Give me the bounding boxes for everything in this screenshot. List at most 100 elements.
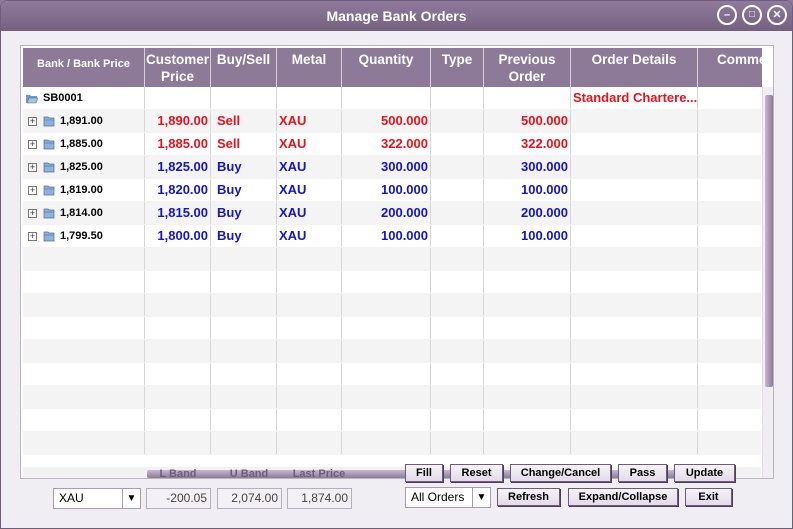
bank-price-cell: +1,814.00 — [23, 202, 145, 224]
header-metal[interactable]: Metal — [277, 48, 342, 87]
buy-sell-cell: Buy — [211, 179, 277, 201]
buy-sell-cell: Sell — [211, 110, 277, 132]
empty-cell — [698, 363, 761, 385]
header-order-details[interactable]: Order Details — [571, 48, 698, 87]
table-row[interactable]: +1,819.00 1,820.00 Buy XAU 100.000 100.000 — [23, 179, 761, 202]
empty-cell — [211, 248, 277, 270]
table-row[interactable]: +1,799.50 1,800.00 Buy XAU 100.000 100.000 — [23, 225, 761, 248]
expand-icon[interactable]: + — [28, 185, 37, 195]
order-details-cell — [571, 179, 698, 201]
folder-icon — [43, 116, 55, 126]
empty-cell — [211, 386, 277, 408]
empty-cell — [571, 363, 698, 385]
table-row[interactable]: +1,891.00 1,890.00 Sell XAU 500.000 500.000 — [23, 110, 761, 133]
minimize-icon[interactable]: – — [717, 5, 737, 25]
customer-price-cell: 1,885.00 — [145, 133, 211, 155]
table-header: Bank / Bank Price Customer Price Buy/Sell… — [23, 48, 762, 87]
previous-order-cell: 300.000 — [484, 156, 571, 178]
table-row[interactable]: +1,825.00 1,825.00 Buy XAU 300.000 300.000 — [23, 156, 761, 179]
metal-cell: XAU — [277, 225, 342, 247]
empty-cell — [277, 248, 342, 270]
orders-filter-select[interactable]: All Orders ▼ — [405, 487, 491, 508]
empty-cell — [431, 363, 484, 385]
maximize-icon[interactable]: □ — [742, 5, 762, 25]
order-details-cell — [571, 110, 698, 132]
vertical-scroll-thumb[interactable] — [765, 95, 773, 387]
quantity-cell: 100.000 — [342, 225, 431, 247]
update-button[interactable]: Update — [674, 464, 735, 482]
pass-button[interactable]: Pass — [618, 464, 667, 482]
fill-button[interactable]: Fill — [405, 464, 443, 482]
empty-cell — [484, 409, 571, 431]
reset-button[interactable]: Reset — [450, 464, 503, 482]
empty-cell — [145, 317, 211, 339]
expand-icon[interactable]: + — [28, 231, 37, 241]
change-cancel-button[interactable]: Change/Cancel — [510, 464, 611, 482]
expand-icon[interactable]: + — [28, 208, 37, 218]
refresh-button[interactable]: Refresh — [497, 488, 560, 506]
empty-cell — [571, 294, 698, 316]
folder-icon — [43, 185, 55, 195]
customer-price-cell: 1,890.00 — [145, 110, 211, 132]
empty-cell — [571, 409, 698, 431]
empty-cell — [342, 432, 431, 454]
expand-icon[interactable]: + — [28, 162, 37, 172]
expand-icon[interactable]: + — [28, 116, 37, 126]
metal-select[interactable]: XAU ▼ — [53, 488, 141, 509]
header-customer-price[interactable]: Customer Price — [145, 48, 211, 87]
comments-cell — [698, 133, 761, 155]
exit-button[interactable]: Exit — [685, 488, 732, 506]
header-type[interactable]: Type — [431, 48, 484, 87]
group-row[interactable]: SB0001 Standard Chartere... — [23, 87, 761, 110]
last-price-field: 1,874.00 — [287, 488, 352, 509]
expand-icon[interactable]: + — [28, 139, 37, 149]
vertical-scrollbar[interactable] — [762, 87, 773, 478]
manage-bank-orders-window: Manage Bank Orders – □ ✕ Bank / Bank Pri… — [0, 0, 793, 529]
empty-cell — [484, 271, 571, 293]
close-icon[interactable]: ✕ — [767, 5, 787, 25]
open-folder-icon — [26, 94, 38, 103]
header-buy-sell[interactable]: Buy/Sell — [211, 48, 277, 87]
empty-cell — [698, 409, 761, 431]
type-cell — [431, 202, 484, 224]
comments-cell — [698, 156, 761, 178]
empty-cell — [211, 432, 277, 454]
empty-cell — [698, 340, 761, 362]
header-bank-price[interactable]: Bank / Bank Price — [23, 48, 145, 87]
empty-cell — [698, 294, 761, 316]
customer-price-cell: 1,825.00 — [145, 156, 211, 178]
empty-cell — [342, 409, 431, 431]
empty-cell — [211, 271, 277, 293]
empty-cell — [698, 248, 761, 270]
chevron-down-icon[interactable]: ▼ — [122, 489, 140, 508]
expand-collapse-button[interactable]: Expand/Collapse — [568, 488, 678, 506]
empty-cell — [484, 294, 571, 316]
chevron-down-icon[interactable]: ▼ — [472, 488, 490, 507]
bank-price: 1,825.00 — [60, 161, 103, 173]
type-cell — [431, 225, 484, 247]
empty-cell — [484, 248, 571, 270]
empty-cell — [211, 363, 277, 385]
header-previous-order[interactable]: Previous Order — [484, 48, 571, 87]
empty-cell — [431, 87, 484, 109]
empty-cell — [571, 248, 698, 270]
table-row[interactable]: +1,885.00 1,885.00 Sell XAU 322.000 322.000 — [23, 133, 761, 156]
empty-cell — [211, 317, 277, 339]
l-band-field: -200.05 — [146, 488, 211, 509]
previous-order-cell: 100.000 — [484, 225, 571, 247]
bank-price: 1,819.00 — [60, 184, 103, 196]
table-row[interactable]: +1,814.00 1,815.00 Buy XAU 200.000 200.000 — [23, 202, 761, 225]
empty-cell — [571, 271, 698, 293]
empty-cell — [484, 386, 571, 408]
window-title: Manage Bank Orders — [326, 8, 467, 24]
empty-cell — [698, 87, 761, 109]
quantity-cell: 500.000 — [342, 110, 431, 132]
empty-cell — [145, 87, 211, 109]
empty-cell — [431, 409, 484, 431]
buy-sell-cell: Sell — [211, 133, 277, 155]
empty-cell — [145, 248, 211, 270]
header-comments[interactable]: Comme — [698, 48, 762, 87]
bank-price-cell: +1,891.00 — [23, 110, 145, 132]
header-quantity[interactable]: Quantity — [342, 48, 431, 87]
title-bar[interactable]: Manage Bank Orders – □ ✕ — [1, 1, 792, 31]
